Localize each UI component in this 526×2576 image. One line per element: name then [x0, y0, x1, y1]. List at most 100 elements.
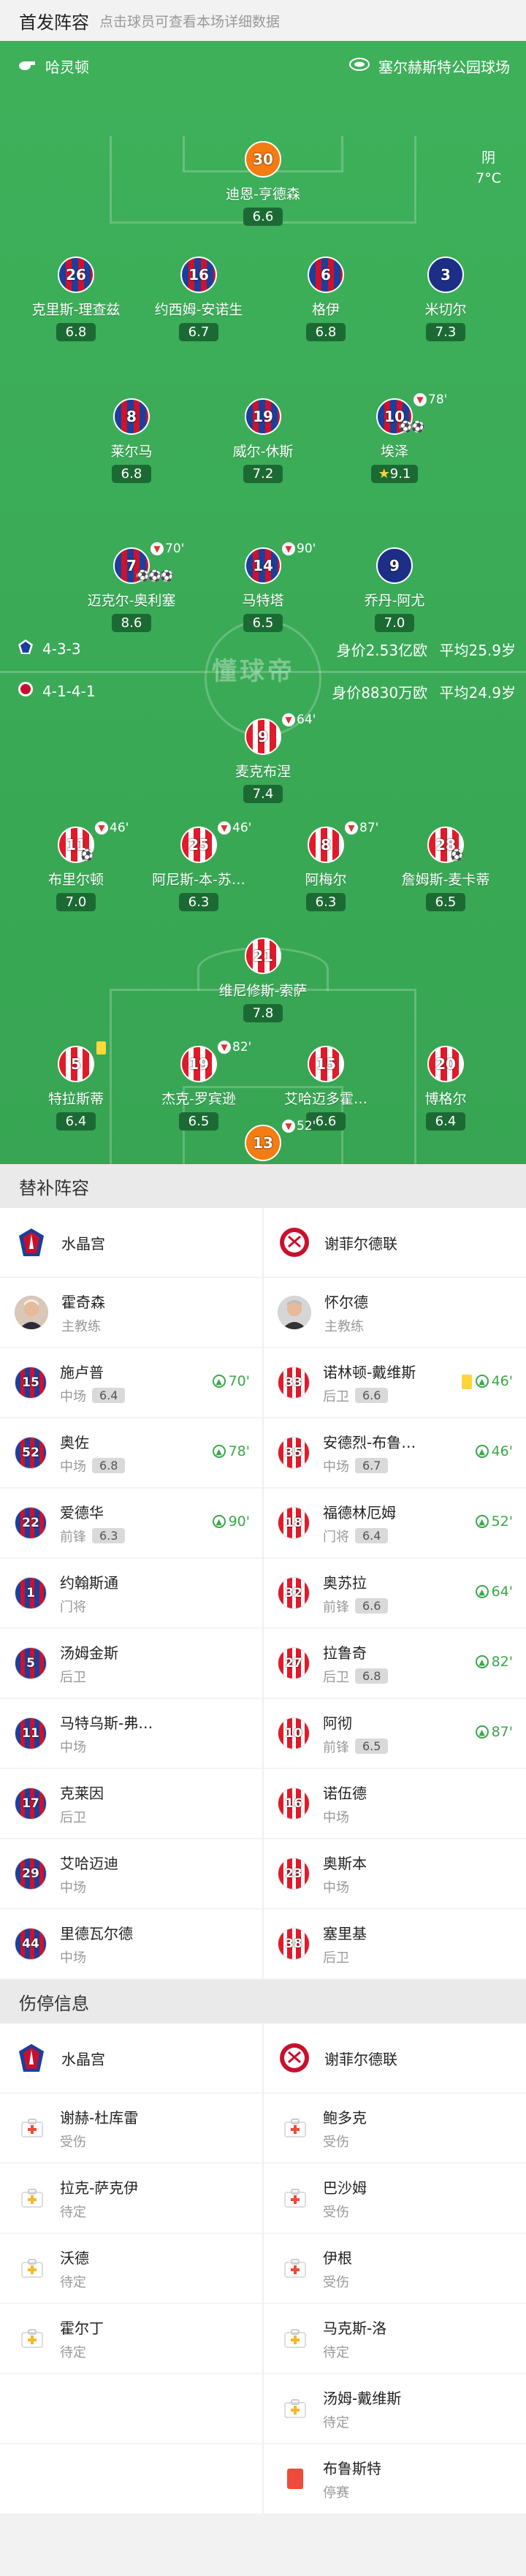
player-position: 后卫	[60, 1809, 86, 1825]
player-marker[interactable]: 6 格伊 6.8	[260, 257, 392, 341]
player-number: 1	[26, 1586, 35, 1600]
injury-row[interactable]: 马克斯-洛 待定	[263, 2304, 526, 2374]
substitute-row[interactable]: 27 拉鲁奇 后卫 6.8 ▲ 82'	[263, 1629, 526, 1699]
player-name: 布鲁斯特	[323, 2459, 381, 2477]
substitute-row[interactable]: 5 汤姆金斯 后卫	[0, 1629, 263, 1699]
player-kit-icon: 21	[245, 938, 281, 974]
player-name: 巴沙姆	[323, 2178, 367, 2197]
subs-grid: 水晶宫 谢菲尔德联 霍奇森 主教练 怀尔德 主教练 15 施卢普 中场 6.4 ▲ 70' 33…	[0, 1208, 526, 1980]
player-kit-icon: 30	[245, 141, 281, 178]
player-marker[interactable]: 5 特拉斯蒂 6.4	[10, 1041, 142, 1131]
home-team-row[interactable]: 水晶宫	[0, 2024, 263, 2094]
player-kit-icon: 16	[180, 257, 217, 293]
substitute-row[interactable]: 11 马特乌斯-弗… 中场	[0, 1699, 263, 1769]
away-team-row[interactable]: 谢菲尔德联	[263, 1208, 526, 1278]
player-marker[interactable]: 9 ▼ 64' 麦克布涅 7.4	[197, 713, 329, 803]
player-rating: 6.4	[56, 1112, 96, 1131]
injury-row[interactable]: 谢赫-杜库雷 受伤	[0, 2094, 263, 2164]
injury-row[interactable]: 巴沙姆 受伤	[263, 2164, 526, 2234]
player-marker[interactable]: 13▼52'格尔比奇6.4	[197, 1119, 329, 1164]
injury-row[interactable]: 布鲁斯特 停赛	[263, 2444, 526, 2515]
injury-row[interactable]: 拉克-萨克伊 待定	[0, 2164, 263, 2234]
player-marker[interactable]: 14 ▼ 90' 马特塔 6.5	[197, 542, 329, 632]
player-marker[interactable]: 11 ▼ 46' ⚽ 布里尔顿 7.0	[10, 821, 142, 911]
substitute-row[interactable]: 10 阿彻 前锋 6.5 ▲ 87'	[263, 1699, 526, 1769]
player-rating-value: 6.8	[121, 466, 142, 482]
injury-row[interactable]: 鲍多克 受伤	[263, 2094, 526, 2164]
sub-minute: 46'	[491, 1373, 513, 1389]
crystal-palace-crest-icon	[15, 1226, 48, 1259]
player-marker[interactable]: 26 克里斯-理查兹 6.8	[10, 257, 142, 341]
player-marker[interactable]: 10 ▼ 78' ⚽⚽ 埃泽 ★9.1	[329, 392, 460, 483]
player-rating-value: 7.0	[384, 615, 405, 631]
substitute-row[interactable]: 38 塞里基 后卫	[263, 1910, 526, 1980]
injury-row[interactable]: 沃德 待定	[0, 2234, 263, 2304]
player-marker[interactable]: 8 ▼ 87' 阿梅尔 6.3	[260, 821, 392, 911]
player-kit-icon: 9	[376, 547, 413, 584]
player-kit-icon: 26	[58, 257, 94, 293]
player-marker[interactable]: 16 约西姆-安诺生 6.7	[133, 257, 264, 341]
player-rating: 6.8	[56, 323, 96, 341]
substitute-row[interactable]: 17 克莱因 后卫	[0, 1769, 263, 1839]
crystal-palace-crest-icon	[15, 2041, 48, 2075]
player-name: 诺林顿-戴维斯	[323, 1363, 416, 1381]
substitute-row[interactable]: 35 安德烈-布鲁… 中场 6.7 ▲ 46'	[263, 1418, 526, 1489]
injury-row[interactable]: 伊根 受伤	[263, 2234, 526, 2304]
home-team-row[interactable]: 水晶宫	[0, 1208, 263, 1278]
red-card-icon	[281, 2464, 310, 2493]
substitute-row[interactable]: 32 奥苏拉 前锋 6.6 ▲ 64'	[263, 1559, 526, 1629]
player-marker[interactable]: 9 乔丹-阿尤 7.0	[329, 547, 460, 632]
player-rating-value: 7.3	[435, 324, 457, 340]
player-name: 威尔-休斯	[232, 444, 294, 460]
player-marker[interactable]: 21 维尼修斯-索萨 7.8	[197, 938, 329, 1022]
player-marker[interactable]: 19 威尔-休斯 7.2	[197, 398, 329, 483]
player-marker[interactable]: 19 ▼ 82' 杰克-罗宾逊 6.5	[133, 1040, 264, 1131]
injury-yellow-icon	[18, 2254, 47, 2283]
substitute-row[interactable]: 44 里德瓦尔德 中场	[0, 1910, 263, 1980]
player-marker[interactable]: 3 米切尔 7.3	[380, 257, 511, 341]
sub-in-icon: ▲	[212, 1515, 226, 1528]
substitute-row[interactable]: 23 奥斯本 中场	[263, 1839, 526, 1910]
sub-out-icon: ▼	[282, 713, 295, 726]
substitute-row[interactable]: 22 爱德华 前锋 6.3 ▲ 90'	[0, 1489, 263, 1559]
player-number: 32	[285, 1586, 302, 1600]
home-team-name: 水晶宫	[61, 1234, 105, 1253]
injury-status: 停赛	[323, 2485, 349, 2501]
away-formation: 4-1-4-1	[18, 681, 96, 701]
away-coach-row[interactable]: 怀尔德 主教练	[263, 1278, 526, 1348]
substitute-row[interactable]: 52 奥佐 中场 6.8 ▲ 78'	[0, 1418, 263, 1489]
away-value: 身价8830万欧	[332, 684, 428, 702]
player-kit-icon: 8	[113, 398, 150, 435]
player-number: 7	[126, 557, 137, 574]
player-kit-icon: 33	[278, 1367, 310, 1399]
player-marker[interactable]: 30 迪恩-亨德森 6.6	[197, 141, 329, 226]
home-coach-row[interactable]: 霍奇森 主教练	[0, 1278, 263, 1348]
away-team-row[interactable]: 谢菲尔德联	[263, 2024, 526, 2094]
substitute-row[interactable]: 1 约翰斯通 门将	[0, 1559, 263, 1629]
injury-row[interactable]: 汤姆-戴维斯 待定	[263, 2374, 526, 2444]
player-kit-icon: 38	[278, 1928, 310, 1960]
substitution-marker: ▼ 87'	[345, 821, 378, 835]
player-kit-icon: 18	[278, 1507, 310, 1539]
player-marker[interactable]: 28 ⚽ 詹姆斯-麦卡蒂 6.5	[380, 827, 511, 911]
player-marker[interactable]: 15 艾哈迈多霍… 6.6	[260, 1046, 392, 1131]
substitute-row[interactable]: 15 施卢普 中场 6.4 ▲ 70'	[0, 1348, 263, 1418]
substitute-row[interactable]: 29 艾哈迈迪 中场	[0, 1839, 263, 1910]
player-kit-icon: 1	[15, 1577, 47, 1609]
player-marker[interactable]: 20 博格尔 6.4	[380, 1046, 511, 1131]
player-number: 21	[253, 947, 273, 965]
star-icon: ★	[378, 466, 390, 482]
player-name: 特拉斯蒂	[47, 1091, 104, 1107]
substitute-row[interactable]: 18 福德林厄姆 门将 6.4 ▲ 52'	[263, 1489, 526, 1559]
player-marker[interactable]: 8 莱尔马 6.8	[66, 398, 197, 483]
player-marker[interactable]: 7 ▼ 70' ⚽⚽⚽ 迈克尔-奥利塞 8.6	[66, 542, 197, 632]
injury-row[interactable]: 霍尔丁 待定	[0, 2304, 263, 2374]
substitute-row[interactable]: 16 诺伍德 中场	[263, 1769, 526, 1839]
coach-avatar	[278, 1296, 311, 1329]
substitute-row[interactable]: 33 诺林顿-戴维斯 后卫 6.6 ▲ 46'	[263, 1348, 526, 1418]
player-number: 35	[285, 1445, 302, 1460]
player-rating: 6.5	[426, 893, 465, 911]
player-marker[interactable]: 25 ▼ 46' 阿尼斯-本-苏… 6.3	[133, 821, 264, 911]
injury-status: 受伤	[323, 2274, 349, 2290]
sub-minute: 90'	[297, 542, 316, 556]
